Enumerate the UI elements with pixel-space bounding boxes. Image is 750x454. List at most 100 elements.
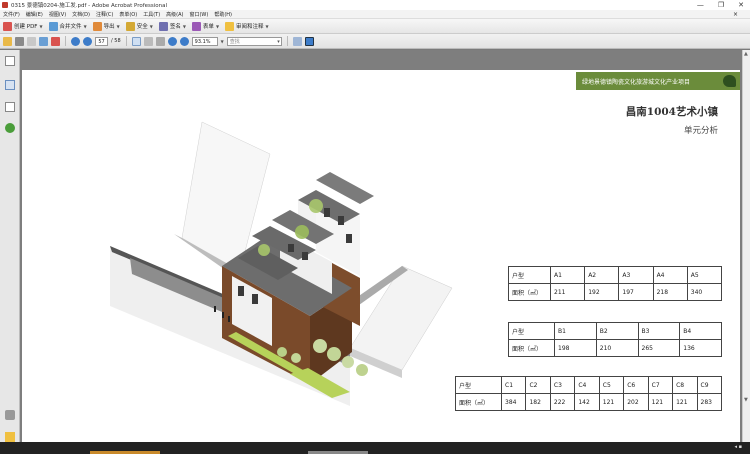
- document-close-button[interactable]: ×: [733, 11, 738, 18]
- document-canvas[interactable]: 绿地景德镇陶瓷文化旅游城文化产业项目 昌南1004艺术小镇 单元分析 户型 A1…: [20, 50, 742, 442]
- chevron-down-icon: ▼: [83, 23, 87, 29]
- table-cell: 121: [598, 393, 625, 411]
- search-input[interactable]: 查找: [226, 36, 282, 46]
- comments-icon[interactable]: [5, 432, 15, 442]
- combine-files-button[interactable]: 合并文件 ▼: [48, 21, 87, 31]
- next-page-icon[interactable]: [83, 36, 92, 46]
- table-cell: 121: [647, 393, 674, 411]
- review-comment-button[interactable]: 审阅和注释 ▼: [225, 21, 269, 31]
- sign-button[interactable]: 签名 ▼: [158, 21, 186, 31]
- vertical-scrollbar[interactable]: ▲ ▼: [742, 50, 750, 442]
- help-icon[interactable]: [5, 123, 15, 133]
- row-label: 面积（㎡）: [455, 393, 502, 411]
- row-label: 面积（㎡）: [508, 283, 551, 301]
- chevron-down-icon: ▼: [39, 23, 43, 29]
- chevron-down-icon: ▼: [182, 23, 186, 29]
- table-cell: C5: [598, 376, 625, 394]
- open-folder-icon[interactable]: [3, 36, 12, 46]
- previous-page-icon[interactable]: [71, 36, 80, 46]
- email-icon[interactable]: [39, 36, 48, 46]
- row-label: 户型: [455, 376, 502, 394]
- table-cell: B4: [679, 322, 722, 340]
- menu-tools[interactable]: 工具(T): [143, 11, 160, 18]
- pdf-icon[interactable]: [51, 36, 60, 46]
- table-cell: 210: [595, 339, 639, 357]
- table-cell: B3: [637, 322, 681, 340]
- axonometric-building-illustration: [110, 121, 453, 406]
- create-pdf-button[interactable]: 创建 PDF ▼: [3, 21, 43, 31]
- title-bar: 0315 景德镇0204-施工发.pdf - Adobe Acrobat Pro…: [0, 0, 750, 10]
- export-button[interactable]: 导出 ▼: [92, 21, 120, 31]
- menu-help[interactable]: 帮助(H): [214, 11, 232, 18]
- project-header-band: 绿地景德镇陶瓷文化旅游城文化产业项目: [576, 72, 740, 90]
- menu-view[interactable]: 视图(V): [49, 11, 66, 18]
- navigation-panel: [0, 50, 20, 442]
- table-cell: 136: [679, 339, 722, 357]
- maximize-button[interactable]: ❐: [718, 1, 724, 9]
- chevron-down-icon: ▼: [149, 23, 153, 29]
- table-cell: C9: [696, 376, 722, 394]
- menu-window[interactable]: 窗口(W): [189, 11, 208, 18]
- save-icon[interactable]: [27, 36, 36, 46]
- chevron-down-icon: ▼: [265, 23, 269, 29]
- lock-icon: [125, 21, 135, 31]
- row-label: 户型: [508, 266, 551, 284]
- forms-button[interactable]: 表单 ▼: [191, 21, 219, 31]
- scroll-up-icon[interactable]: ▲: [744, 51, 748, 57]
- table-cell: C3: [549, 376, 576, 394]
- table-cell: C8: [672, 376, 698, 394]
- table-cell: 121: [672, 393, 698, 411]
- table-cell: C6: [623, 376, 649, 394]
- window-controls: — ❐ ✕: [697, 0, 744, 10]
- scroll-thumb[interactable]: ▼: [744, 397, 750, 403]
- table-cell: 182: [525, 393, 551, 411]
- pdf-page: 绿地景德镇陶瓷文化旅游城文化产业项目 昌南1004艺术小镇 单元分析 户型 A1…: [22, 70, 740, 442]
- menu-document[interactable]: 文档(D): [72, 11, 90, 18]
- toolbar-divider: [65, 36, 66, 46]
- minimize-button[interactable]: —: [697, 1, 704, 9]
- menu-file[interactable]: 文件(F): [3, 11, 20, 18]
- table-cell: B1: [554, 322, 597, 340]
- full-screen-icon[interactable]: [304, 36, 314, 46]
- attachments-icon[interactable]: [5, 410, 15, 420]
- menu-forms[interactable]: 表单(O): [119, 11, 137, 18]
- table-cell: C2: [525, 376, 551, 394]
- signatures-icon[interactable]: [5, 102, 15, 112]
- zoom-tool-icon[interactable]: [155, 36, 165, 46]
- zoom-in-icon[interactable]: [179, 36, 189, 46]
- pages-icon[interactable]: [5, 56, 15, 66]
- print-icon[interactable]: [15, 36, 24, 46]
- page-count: / 58: [111, 38, 121, 44]
- system-tray-icon[interactable]: ◂ ▪: [735, 444, 743, 450]
- table-cell: 198: [554, 339, 597, 357]
- table-cell: 283: [696, 393, 722, 411]
- navigation-toolbar: 57 / 58 93.1% ▼ 查找: [0, 34, 750, 49]
- menu-edit[interactable]: 编辑(E): [26, 11, 43, 18]
- table-row: 户型 C1 C2 C3 C4 C5 C6 C7 C8 C9: [455, 376, 722, 394]
- select-tool-icon[interactable]: [131, 36, 141, 46]
- page-number-input[interactable]: 57: [95, 36, 108, 46]
- table-cell: 197: [618, 283, 654, 301]
- menu-advanced[interactable]: 高级(A): [166, 11, 183, 18]
- unit-table-c: 户型 C1 C2 C3 C4 C5 C6 C7 C8 C9 面积（㎡） 384 …: [455, 376, 722, 411]
- secure-button[interactable]: 安全 ▼: [125, 21, 153, 31]
- bookmarks-icon[interactable]: [5, 80, 15, 90]
- hand-tool-icon[interactable]: [143, 36, 153, 46]
- zoom-level-input[interactable]: 93.1%: [191, 36, 218, 46]
- page-title: 昌南1004艺术小镇: [625, 106, 718, 118]
- toolbar-divider: [125, 36, 127, 46]
- row-label: 户型: [508, 322, 555, 340]
- table-cell: C4: [574, 376, 600, 394]
- zoom-dropdown-icon[interactable]: ▼: [221, 39, 224, 44]
- table-cell: 202: [623, 393, 649, 411]
- row-label: 面积（㎡）: [508, 339, 555, 357]
- menu-comments[interactable]: 注释(C): [96, 11, 113, 18]
- table-row: 面积（㎡） 198 210 265 136: [508, 339, 722, 357]
- table-cell: 384: [500, 393, 527, 411]
- fit-page-icon[interactable]: [292, 36, 302, 46]
- table-cell: A5: [686, 266, 723, 284]
- zoom-out-icon[interactable]: [167, 36, 177, 46]
- close-button[interactable]: ✕: [738, 1, 744, 9]
- window-title: 0315 景德镇0204-施工发.pdf - Adobe Acrobat Pro…: [11, 3, 168, 9]
- tasks-toolbar: 创建 PDF ▼ 合并文件 ▼ 导出 ▼ 安全 ▼ 签名 ▼ 表单 ▼ 审阅和注释 ▼: [0, 19, 750, 34]
